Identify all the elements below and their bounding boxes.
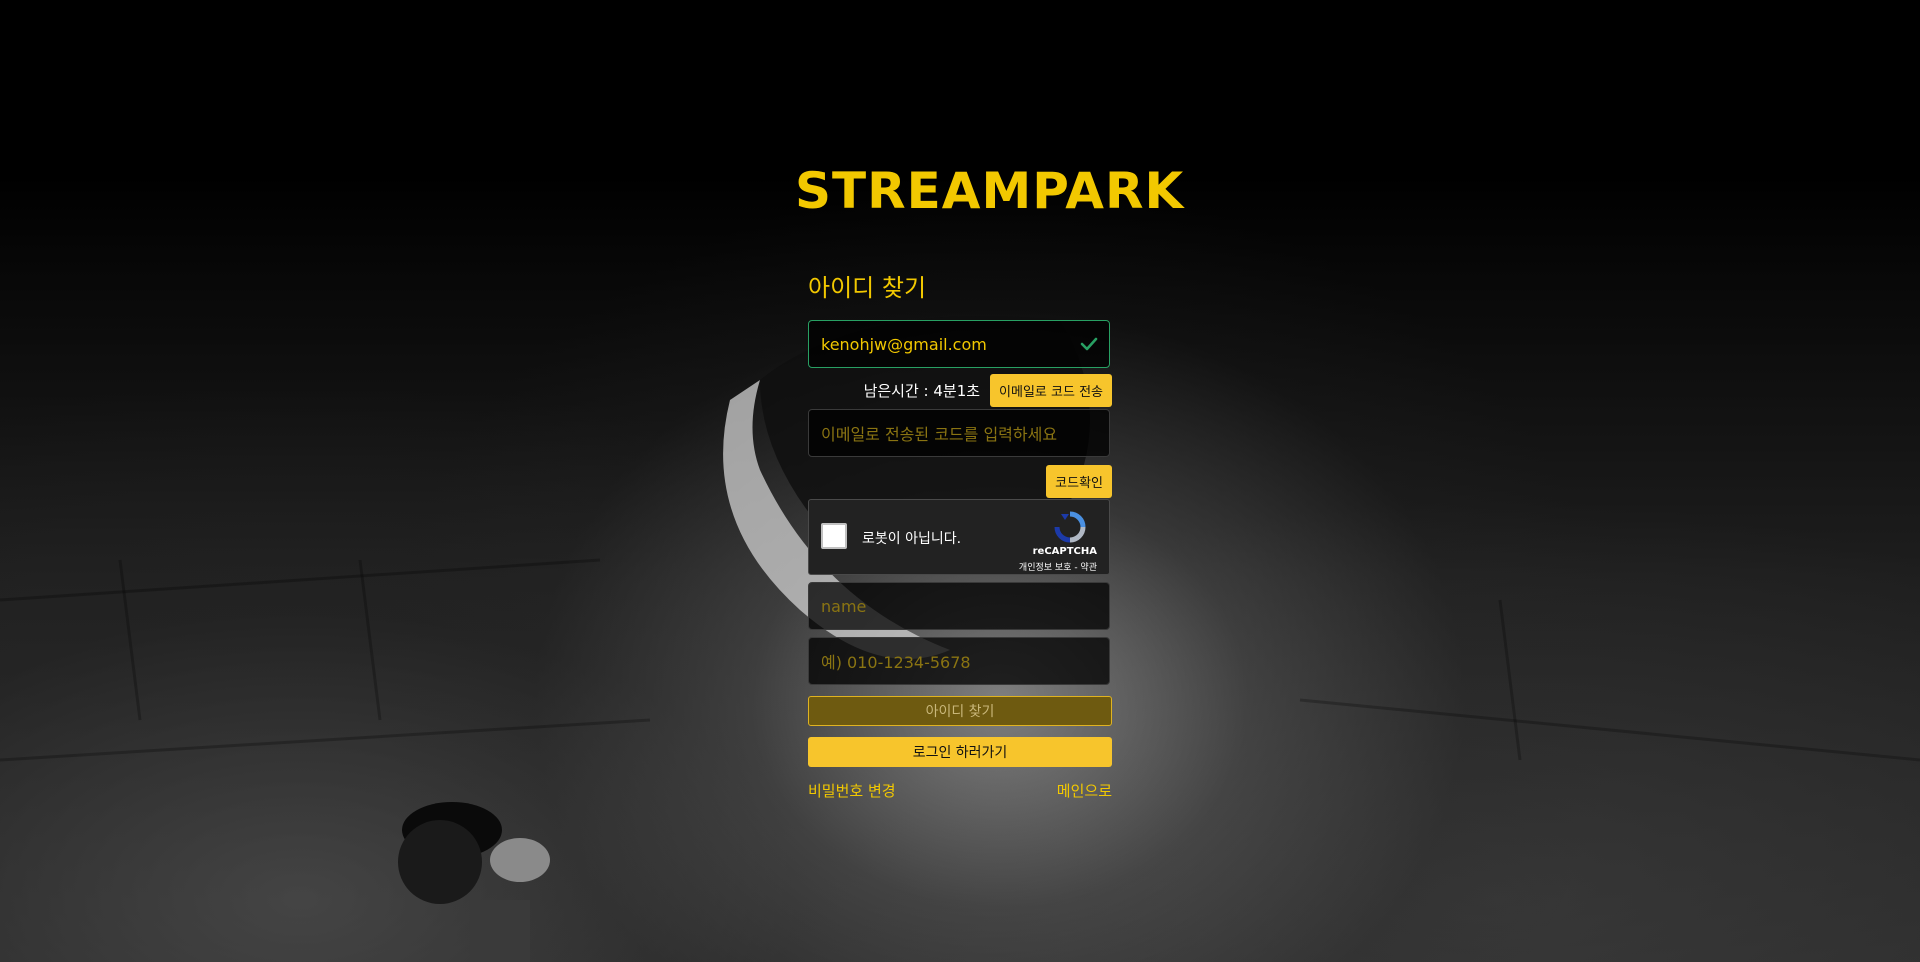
code-placeholder: 이메일로 전송된 코드를 입력하세요 <box>821 425 1058 444</box>
go-login-button[interactable]: 로그인 하러가기 <box>808 737 1112 767</box>
remaining-time-label: 남은시간 : 4분1초 <box>863 381 981 400</box>
streampark-logo[interactable]: STREAMPARK <box>795 162 1183 220</box>
main-page-link[interactable]: 메인으로 <box>1055 780 1112 801</box>
phone-placeholder: 예) 010-1234-5678 <box>821 653 971 672</box>
confirm-code-button[interactable]: 코드확인 <box>1046 465 1112 498</box>
email-field[interactable]: kenohjw@gmail.com <box>808 320 1110 368</box>
recaptcha-privacy-terms-links[interactable]: 개인정보 보호 - 약관 <box>1019 560 1097 573</box>
find-id-button[interactable]: 아이디 찾기 <box>808 696 1112 726</box>
timer-row: 남은시간 : 4분1초 이메일로 코드 전송 <box>808 373 1112 407</box>
name-placeholder: name <box>821 596 867 616</box>
send-code-button[interactable]: 이메일로 코드 전송 <box>990 373 1112 407</box>
verification-code-input[interactable]: 이메일로 전송된 코드를 입력하세요 <box>808 409 1110 457</box>
confirm-row: 코드확인 <box>808 465 1112 498</box>
recaptcha-brand: reCAPTCHA <box>1032 546 1097 557</box>
page-title: 아이디 찾기 <box>808 274 927 302</box>
change-password-link[interactable]: 비밀번호 변경 <box>808 780 896 801</box>
recaptcha-widget: 로봇이 아닙니다. reCAPTCHA 개인정보 보호 - 약관 <box>808 499 1110 575</box>
recaptcha-icon <box>1054 511 1086 543</box>
check-icon <box>1080 337 1098 351</box>
name-input[interactable]: name <box>808 582 1110 630</box>
email-value: kenohjw@gmail.com <box>821 334 987 354</box>
phone-input[interactable]: 예) 010-1234-5678 <box>808 637 1110 685</box>
recaptcha-checkbox[interactable] <box>821 523 847 549</box>
recaptcha-label: 로봇이 아닙니다. <box>862 531 962 547</box>
